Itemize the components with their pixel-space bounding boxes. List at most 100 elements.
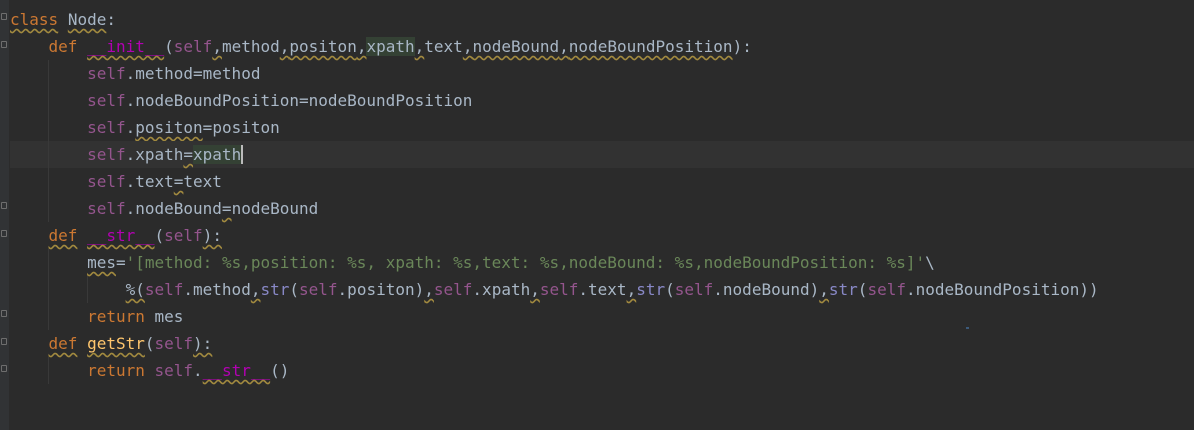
code-line[interactable]: self.text=text xyxy=(10,168,1194,195)
code-line[interactable]: return self.__str__() xyxy=(10,357,1194,384)
text-caret xyxy=(241,145,244,164)
code-editor[interactable]: class Node: def __init__(self,method,pos… xyxy=(0,0,1194,430)
code-line[interactable]: self.nodeBound=nodeBound xyxy=(10,195,1194,222)
code-token: self xyxy=(539,280,579,299)
code-token: self xyxy=(87,199,126,218)
code-token: self xyxy=(867,280,906,299)
code-token: ( xyxy=(857,280,868,299)
indent-guide xyxy=(48,303,50,330)
code-token: positon xyxy=(289,37,357,56)
code-line[interactable]: return mes xyxy=(10,303,1194,330)
code-token: .method=method xyxy=(125,64,261,83)
code-token: class xyxy=(10,10,59,29)
code-token: __init__ xyxy=(87,37,165,56)
code-line[interactable]: mes='[method: %s,position: %s, xpath: %s… xyxy=(10,249,1194,276)
code-token: .nodeBound) xyxy=(713,280,820,299)
indent-guide xyxy=(86,276,88,303)
code-token: self xyxy=(87,118,126,137)
fold-marker-icon[interactable] xyxy=(1,230,7,237)
code-token: self xyxy=(87,172,126,191)
indent-guide xyxy=(48,357,50,384)
code-token: ( xyxy=(154,226,165,245)
code-token: = xyxy=(202,118,213,137)
code-token: ( xyxy=(164,37,174,56)
indent-guide xyxy=(48,87,50,114)
code-line[interactable]: def __init__(self,method,positon,xpath,t… xyxy=(10,33,1194,60)
code-token: str xyxy=(636,280,666,299)
code-token: = xyxy=(183,145,194,164)
fold-marker-icon[interactable] xyxy=(1,365,7,372)
code-token: .nodeBound xyxy=(125,199,222,218)
code-token: Node xyxy=(67,10,107,29)
code-lines[interactable]: class Node: def __init__(self,method,pos… xyxy=(10,6,1194,384)
fold-gutter[interactable] xyxy=(0,0,9,430)
code-line[interactable]: self.xpath=xpath xyxy=(10,141,1194,168)
code-token: .text xyxy=(578,280,627,299)
fold-marker-icon[interactable] xyxy=(1,13,7,20)
code-token: mes xyxy=(144,307,184,326)
code-token: return xyxy=(87,307,145,326)
fold-marker-icon[interactable] xyxy=(1,338,7,345)
code-token: , xyxy=(462,37,473,56)
code-token: . xyxy=(193,361,203,380)
code-token: .positon) xyxy=(337,280,425,299)
code-token: : xyxy=(106,10,116,29)
code-token: ): xyxy=(732,37,752,56)
code-token: () xyxy=(270,361,290,380)
code-line[interactable]: self.positon=positon xyxy=(10,114,1194,141)
code-token: nodeBound xyxy=(472,37,560,56)
code-token: text xyxy=(183,172,222,191)
code-token: def xyxy=(48,37,78,56)
code-token: return xyxy=(87,361,145,380)
code-token: __str__ xyxy=(87,226,155,245)
code-token: self xyxy=(299,280,338,299)
code-token: .method xyxy=(183,280,251,299)
fold-marker-icon[interactable] xyxy=(1,202,7,209)
code-token: self xyxy=(144,280,184,299)
code-token: self xyxy=(87,91,126,110)
code-token: , xyxy=(424,280,434,299)
code-token: .xpath xyxy=(125,145,184,164)
code-token: .nodeBoundPosition)) xyxy=(905,280,1099,299)
code-token: , xyxy=(819,280,829,299)
code-line[interactable]: self.nodeBoundPosition=nodeBoundPosition xyxy=(10,87,1194,114)
code-token: .nodeBoundPosition=nodeBoundPosition xyxy=(125,91,473,110)
code-token: mes xyxy=(87,253,116,272)
indent-guide xyxy=(48,114,50,141)
indent-guide xyxy=(48,276,50,303)
code-token: = xyxy=(221,199,232,218)
code-token: str xyxy=(260,280,290,299)
code-token: = xyxy=(115,253,126,272)
fold-marker-icon[interactable] xyxy=(1,41,7,48)
code-line[interactable]: def getStr(self): xyxy=(10,330,1194,357)
code-token: def xyxy=(48,334,78,353)
code-token: , xyxy=(212,37,222,56)
scroll-marker xyxy=(966,327,969,329)
code-token: text xyxy=(424,37,463,56)
code-token: \ xyxy=(925,253,935,272)
code-token: getStr xyxy=(87,334,145,353)
code-token: self xyxy=(164,226,203,245)
code-token: self xyxy=(154,361,194,380)
code-token: ( xyxy=(289,280,300,299)
indent-guide xyxy=(48,60,50,87)
code-line[interactable]: %(self.method,str(self.positon),self.xpa… xyxy=(10,276,1194,303)
code-token: ): xyxy=(202,226,222,245)
fold-marker-icon[interactable] xyxy=(1,310,7,317)
code-line[interactable]: self.method=method xyxy=(10,60,1194,87)
code-token: self xyxy=(173,37,213,56)
code-line[interactable]: class Node: xyxy=(10,6,1194,33)
code-line[interactable]: def __str__(self): xyxy=(10,222,1194,249)
code-token: .xpath xyxy=(472,280,531,299)
code-token: positon xyxy=(212,118,280,137)
code-token: .text xyxy=(125,172,174,191)
code-token: , xyxy=(626,280,637,299)
indent-guide xyxy=(48,249,50,276)
code-token: , xyxy=(279,37,290,56)
indent-guide xyxy=(48,168,50,195)
code-token: self xyxy=(87,64,126,83)
